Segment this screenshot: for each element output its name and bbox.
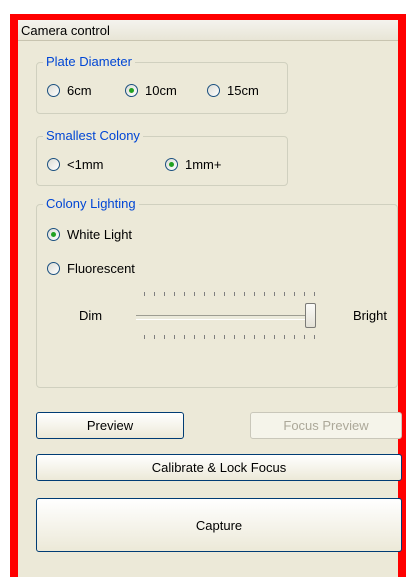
- focus-preview-button[interactable]: Focus Preview: [250, 412, 402, 439]
- slider-max-label: Bright: [353, 308, 387, 323]
- radio-button-selected-icon: [125, 84, 138, 97]
- slider-tick: [164, 335, 165, 339]
- radio-white-light[interactable]: White Light: [47, 227, 132, 242]
- colony-lighting-legend: Colony Lighting: [43, 196, 139, 211]
- slider-tick: [214, 292, 215, 296]
- slider-tick: [154, 335, 155, 339]
- slider-tick: [254, 292, 255, 296]
- radio-plate-6cm[interactable]: 6cm: [47, 83, 92, 98]
- radio-button-icon: [47, 262, 60, 275]
- radio-fluorescent[interactable]: Fluorescent: [47, 261, 135, 276]
- slider-tick: [294, 335, 295, 339]
- radio-colony-lt1mm[interactable]: <1mm: [47, 157, 103, 172]
- slider-tick: [294, 292, 295, 296]
- slider-tick: [244, 292, 245, 296]
- radio-button-selected-icon: [47, 228, 60, 241]
- plate-diameter-group: Plate Diameter 6cm 10cm 15cm: [36, 54, 288, 114]
- slider-tick: [184, 335, 185, 339]
- radio-plate-10cm[interactable]: 10cm: [125, 83, 177, 98]
- preview-button[interactable]: Preview: [36, 412, 184, 439]
- radio-label: 10cm: [145, 83, 177, 98]
- brightness-slider-track[interactable]: [136, 315, 316, 320]
- slider-tick: [164, 292, 165, 296]
- slider-tick: [304, 335, 305, 339]
- radio-colony-1mm-plus[interactable]: 1mm+: [165, 157, 221, 172]
- slider-tick: [284, 335, 285, 339]
- slider-tick: [144, 292, 145, 296]
- smallest-colony-legend: Smallest Colony: [43, 128, 143, 143]
- slider-tick: [204, 292, 205, 296]
- slider-ticks-top: [18, 292, 398, 298]
- frame-left-border: [10, 16, 18, 577]
- slider-tick: [234, 335, 235, 339]
- slider-tick: [264, 335, 265, 339]
- capture-button[interactable]: Capture: [36, 498, 402, 552]
- slider-min-label: Dim: [79, 308, 103, 323]
- radio-button-icon: [47, 158, 60, 171]
- panel-title: Camera control: [21, 23, 110, 38]
- calibrate-lock-focus-button[interactable]: Calibrate & Lock Focus: [36, 454, 402, 481]
- slider-tick: [174, 335, 175, 339]
- smallest-colony-group: Smallest Colony <1mm 1mm+: [36, 128, 288, 186]
- slider-tick: [314, 335, 315, 339]
- radio-label: <1mm: [67, 157, 104, 172]
- radio-button-icon: [207, 84, 220, 97]
- radio-label: White Light: [67, 227, 133, 242]
- radio-label: 6cm: [67, 83, 92, 98]
- slider-tick: [244, 335, 245, 339]
- plate-diameter-legend: Plate Diameter: [43, 54, 135, 69]
- slider-tick: [184, 292, 185, 296]
- slider-tick: [264, 292, 265, 296]
- panel-titlebar: Camera control: [18, 20, 398, 41]
- frame-right-border: [398, 20, 406, 577]
- slider-tick: [194, 292, 195, 296]
- radio-label: Fluorescent: [67, 261, 135, 276]
- slider-tick: [234, 292, 235, 296]
- radio-label: 15cm: [227, 83, 259, 98]
- slider-tick: [154, 292, 155, 296]
- brightness-slider-thumb[interactable]: [305, 303, 316, 328]
- slider-tick: [194, 335, 195, 339]
- slider-tick: [254, 335, 255, 339]
- top-margin: [0, 0, 406, 14]
- slider-tick: [204, 335, 205, 339]
- radio-label: 1mm+: [185, 157, 222, 172]
- slider-tick: [174, 292, 175, 296]
- slider-tick: [274, 335, 275, 339]
- slider-tick: [314, 292, 315, 296]
- camera-control-panel: Camera control Plate Diameter 6cm 10cm 1…: [18, 20, 406, 577]
- slider-tick: [304, 292, 305, 296]
- slider-tick: [214, 335, 215, 339]
- slider-ticks-bottom: [18, 335, 398, 341]
- slider-tick: [224, 292, 225, 296]
- radio-plate-15cm[interactable]: 15cm: [207, 83, 259, 98]
- slider-tick: [274, 292, 275, 296]
- slider-tick: [284, 292, 285, 296]
- radio-button-selected-icon: [165, 158, 178, 171]
- radio-button-icon: [47, 84, 60, 97]
- slider-tick: [144, 335, 145, 339]
- slider-tick: [224, 335, 225, 339]
